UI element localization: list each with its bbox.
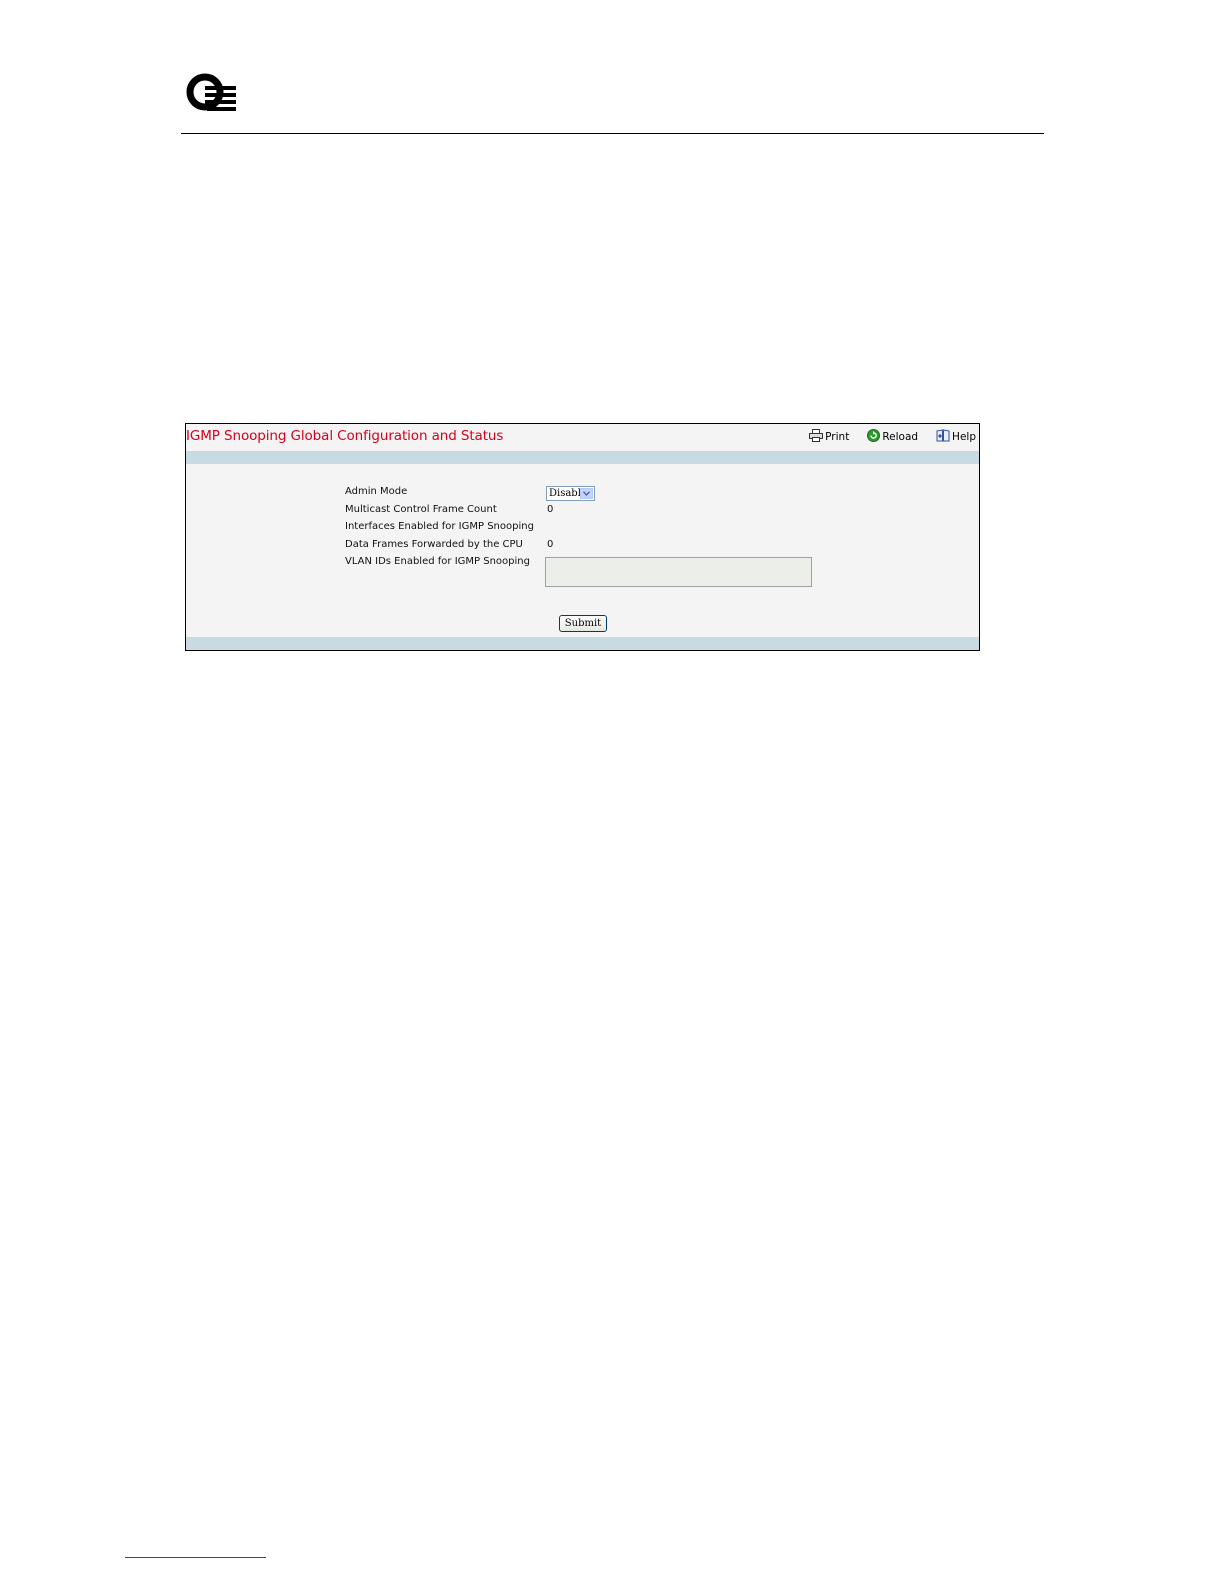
vlan-ids-enabled-box xyxy=(545,557,812,587)
data-frames-forwarded-label: Data Frames Forwarded by the CPU xyxy=(345,539,523,550)
data-frames-forwarded-value: 0 xyxy=(547,539,554,550)
help-book-icon xyxy=(936,429,952,445)
header-band xyxy=(186,451,979,464)
vlan-ids-enabled-label: VLAN IDs Enabled for IGMP Snooping xyxy=(345,556,530,567)
multicast-control-frame-count-label: Multicast Control Frame Count xyxy=(345,504,497,515)
reload-label: Reload xyxy=(882,431,919,443)
chevron-down-icon[interactable] xyxy=(580,488,593,499)
interfaces-enabled-label: Interfaces Enabled for IGMP Snooping xyxy=(345,521,534,532)
page-title: IGMP Snooping Global Configuration and S… xyxy=(186,428,504,444)
help-button[interactable]: Help xyxy=(936,429,976,445)
reload-icon xyxy=(867,429,882,445)
submit-button[interactable]: Submit xyxy=(559,615,607,632)
admin-mode-select[interactable]: Disable xyxy=(546,486,595,501)
reload-button[interactable]: Reload xyxy=(867,429,918,445)
print-label: Print xyxy=(825,431,850,443)
header-divider xyxy=(181,133,1044,134)
multicast-control-frame-count-value: 0 xyxy=(547,504,554,515)
toolbar: Print Reload Help xyxy=(809,429,976,445)
admin-mode-label: Admin Mode xyxy=(345,486,408,497)
igmp-snooping-panel: IGMP Snooping Global Configuration and S… xyxy=(185,423,980,651)
print-button[interactable]: Print xyxy=(809,429,849,445)
footer-divider xyxy=(125,1557,266,1558)
company-logo xyxy=(185,70,239,114)
help-label: Help xyxy=(952,431,976,443)
printer-icon xyxy=(809,429,825,445)
footer-band xyxy=(186,637,979,650)
